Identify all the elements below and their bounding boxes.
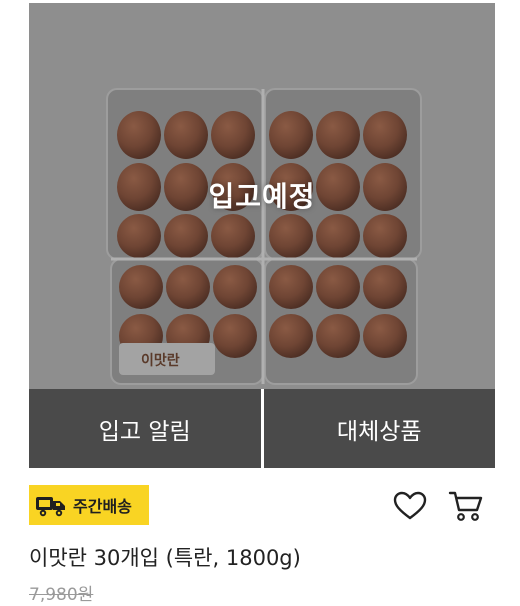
truck-icon	[36, 497, 65, 517]
restock-notify-button[interactable]: 입고 알림	[29, 389, 261, 468]
badge-label: 주간배송	[73, 497, 132, 516]
heart-icon	[393, 491, 427, 520]
substitute-product-button[interactable]: 대체상품	[263, 389, 495, 468]
wishlist-button[interactable]	[390, 486, 430, 526]
weekly-delivery-badge: 주간배송	[29, 485, 149, 525]
stock-status-label: 입고예정	[208, 180, 316, 213]
cart-icon	[448, 491, 483, 521]
product-image[interactable]: 이맛란 입고예정	[29, 3, 495, 389]
product-name[interactable]: 이맛란 30개입 (특란, 1800g)	[29, 542, 301, 572]
add-to-cart-button[interactable]	[446, 486, 486, 526]
original-price: 7,980원	[29, 585, 94, 605]
product-card[interactable]: 이맛란 입고예정 입고 알림 대체상품 주간배송 이맛란 30개입 (특란, 1…	[0, 0, 520, 606]
action-bar: 입고 알림 대체상품	[29, 389, 495, 468]
